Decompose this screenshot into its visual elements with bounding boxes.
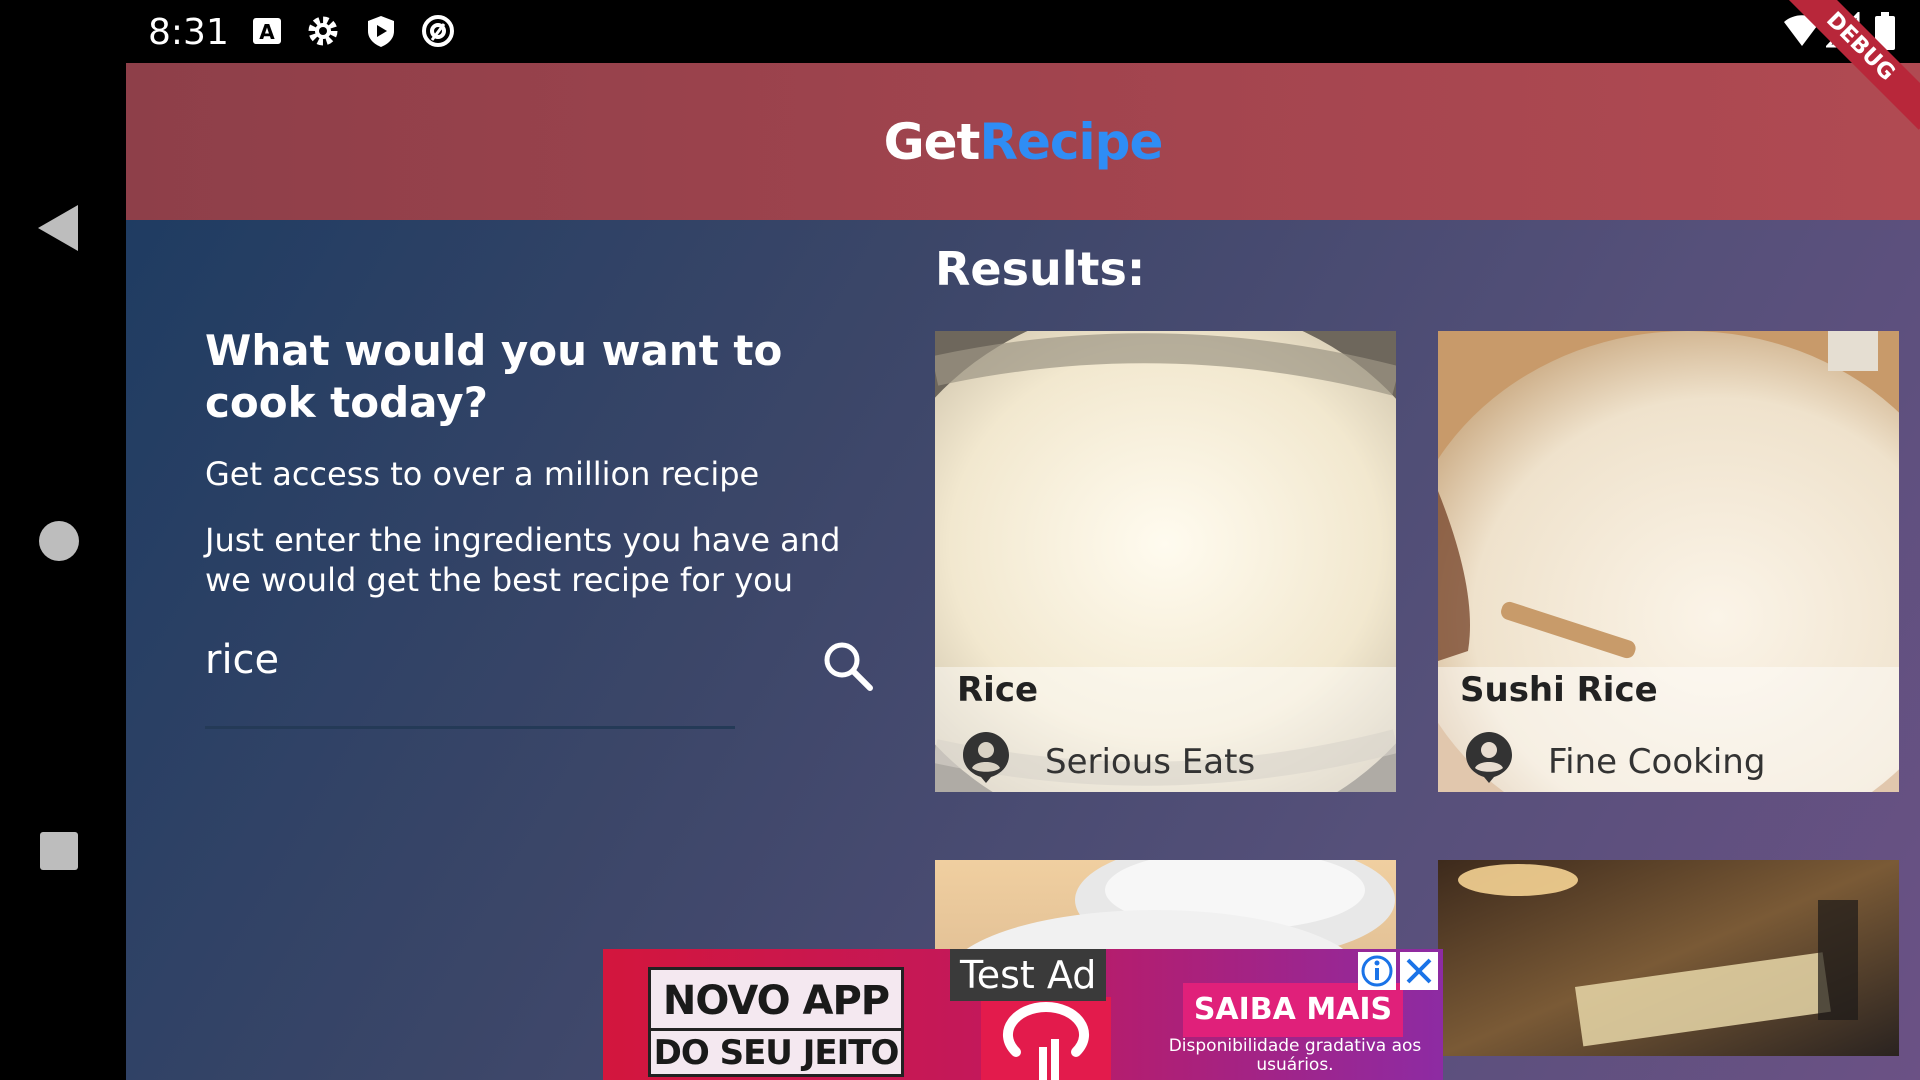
app-title: GetRecipe (126, 113, 1920, 171)
recipe-title: Sushi Rice (1460, 670, 1658, 710)
close-icon[interactable] (1400, 952, 1438, 990)
info-icon[interactable] (1358, 952, 1396, 990)
app-title-part1: Get (883, 113, 981, 171)
navigation-bar (0, 0, 126, 1080)
recents-icon[interactable] (38, 830, 80, 872)
ad-left-line1: NOVO APP (662, 978, 890, 1024)
recipe-source: Fine Cooking (1548, 742, 1766, 782)
ad-banner[interactable]: NOVO APP DO SEU JEITO Test Ad SAIBA MAIS… (603, 949, 1443, 1080)
person-icon (963, 732, 1009, 783)
recipe-source: Serious Eats (1045, 742, 1256, 782)
search-underline (205, 726, 735, 729)
results-heading: Results: (935, 242, 1146, 296)
back-icon[interactable] (38, 205, 80, 251)
ad-cta-button[interactable]: SAIBA MAIS (1183, 983, 1403, 1037)
person-icon (1466, 732, 1512, 783)
app-window: GetRecipe What would you want to cook to… (126, 63, 1920, 1080)
ad-logo-icon (981, 997, 1111, 1080)
intro-subtitle: Get access to over a million recipe (205, 455, 760, 493)
recipe-card[interactable] (1438, 860, 1899, 1056)
search-input[interactable] (205, 630, 725, 690)
app-title-part2: Recipe (979, 113, 1163, 171)
ad-left-line2: DO SEU JEITO (651, 1028, 901, 1073)
ad-left-box: NOVO APP DO SEU JEITO (648, 967, 904, 1077)
search-icon[interactable] (820, 638, 876, 694)
app-bar: GetRecipe (126, 63, 1920, 220)
ad-disclaimer: Disponibilidade gradativa aos usuários. (1168, 1036, 1422, 1075)
intro-description: Just enter the ingredients you have and … (205, 521, 841, 599)
at-sign-icon (422, 15, 454, 47)
recipe-image (1438, 860, 1899, 1056)
status-time: 8:31 (148, 12, 229, 53)
status-bar: 8:31 A (126, 0, 1920, 63)
play-protect-icon (368, 16, 394, 47)
home-icon[interactable] (38, 520, 80, 562)
a-keyboard-icon: A (253, 18, 281, 44)
ad-test-label: Test Ad (950, 949, 1107, 1001)
recipe-card[interactable]: Sushi Rice Fine Cooking (1438, 331, 1899, 792)
intro-headline: What would you want to cook today? (205, 326, 783, 427)
recipe-card[interactable]: Rice Serious Eats (935, 331, 1396, 792)
recipe-title: Rice (957, 670, 1039, 710)
svg-text:A: A (259, 20, 275, 44)
gear-icon (308, 16, 338, 46)
